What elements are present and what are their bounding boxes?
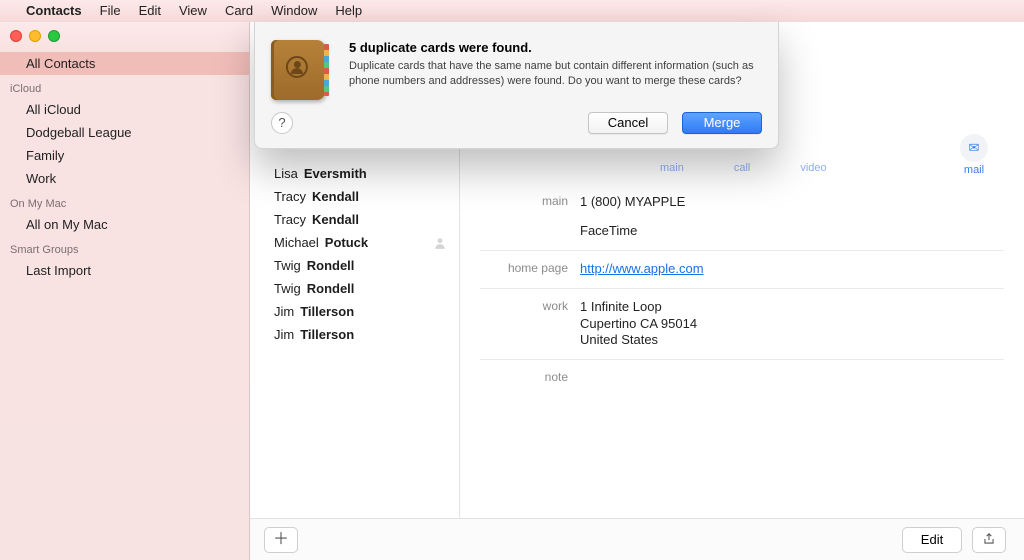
contacts-app-icon [271,40,335,104]
field-label-work: work [460,299,580,350]
share-icon [982,532,996,546]
field-value-work-address[interactable]: 1 Infinite Loop Cupertino CA 95014 Unite… [580,299,697,350]
contact-list-item[interactable]: MichaelPotuck [250,231,459,254]
field-value-facetime[interactable]: FaceTime [580,223,637,240]
help-button[interactable]: ? [271,112,293,134]
sidebar-item-dodgeball-league[interactable]: Dodgeball League [0,121,249,144]
menu-view[interactable]: View [179,3,207,18]
field-label-homepage: home page [460,261,580,278]
contact-list-item[interactable]: JimTillerson [250,300,459,323]
me-indicator-icon [433,236,447,250]
merge-button[interactable]: Merge [682,112,762,134]
sidebar-item-work[interactable]: Work [0,167,249,190]
contact-list-bottom-bar: ＋ [250,518,460,560]
sidebar-item-all-icloud[interactable]: All iCloud [0,98,249,121]
app-menu[interactable]: Contacts [26,3,82,18]
duplicate-cards-dialog: 5 duplicate cards were found. Duplicate … [254,22,779,149]
share-button[interactable] [972,527,1006,553]
dialog-title: 5 duplicate cards were found. [349,40,762,55]
window-controls [10,30,60,42]
detail-bottom-bar: Edit [460,518,1024,560]
mail-icon: ✉︎ [960,134,988,162]
contact-list-item[interactable]: TwigRondell [250,277,459,300]
action-mail-label: mail [960,164,988,176]
edit-button[interactable]: Edit [902,527,962,553]
sidebar-item-all-contacts[interactable]: All Contacts [0,52,249,75]
field-value-homepage[interactable]: http://www.apple.com [580,261,704,276]
contact-list-item[interactable]: LisaEversmith [250,162,459,185]
cancel-button[interactable]: Cancel [588,112,668,134]
field-label-phone: main [460,194,580,211]
zoom-window-button[interactable] [48,30,60,42]
close-window-button[interactable] [10,30,22,42]
field-value-phone[interactable]: 1 (800) MYAPPLE [580,194,685,211]
action-mail[interactable]: ✉︎ mail [960,134,988,176]
contact-list-item[interactable]: TracyKendall [250,185,459,208]
menu-edit[interactable]: Edit [139,3,161,18]
minimize-window-button[interactable] [29,30,41,42]
menu-file[interactable]: File [100,3,121,18]
menu-help[interactable]: Help [335,3,362,18]
sidebar-item-last-import[interactable]: Last Import [0,259,249,282]
dialog-message: Duplicate cards that have the same name … [349,59,762,90]
sidebar-item-all-on-my-mac[interactable]: All on My Mac [0,213,249,236]
contact-list-item[interactable]: TracyKendall [250,208,459,231]
menu-bar: Contacts File Edit View Card Window Help [0,0,1024,22]
field-label-note: note [460,370,580,384]
menu-card[interactable]: Card [225,3,253,18]
sidebar-section-icloud: iCloud [0,75,249,98]
menu-window[interactable]: Window [271,3,317,18]
sidebar-item-family[interactable]: Family [0,144,249,167]
sidebar: All Contacts iCloud All iCloud Dodgeball… [0,22,250,560]
contact-list-item[interactable]: TwigRondell [250,254,459,277]
sidebar-section-smart-groups: Smart Groups [0,236,249,259]
sidebar-section-on-my-mac: On My Mac [0,190,249,213]
add-contact-button[interactable]: ＋ [264,527,298,553]
contact-list-item[interactable]: JimTillerson [250,323,459,346]
